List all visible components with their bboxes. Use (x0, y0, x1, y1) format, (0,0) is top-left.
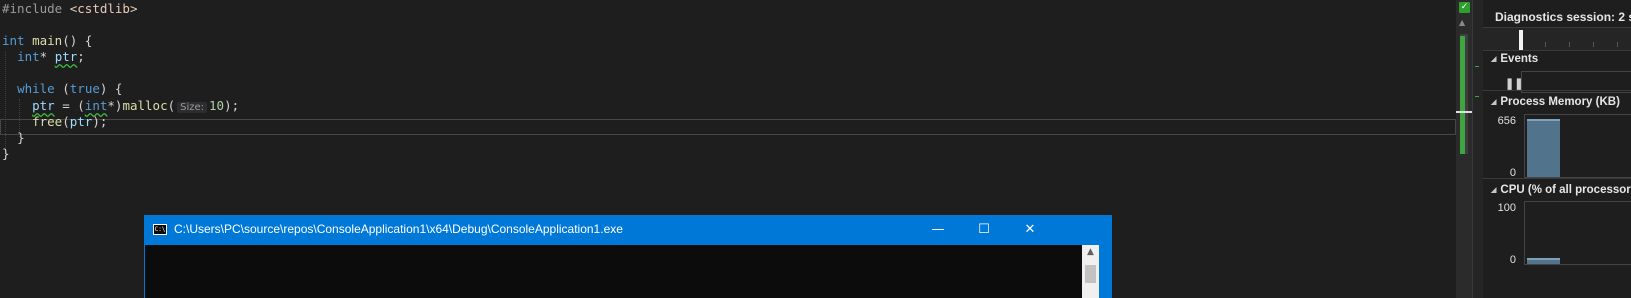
cpu-axis-max: 100 (1497, 202, 1516, 214)
scroll-up-arrow-icon[interactable]: ▲ (1082, 247, 1099, 257)
code-text: () { (62, 33, 93, 48)
timeline-tick (1593, 42, 1594, 47)
code-text: } (2, 146, 10, 161)
code-line-9[interactable]: } (2, 129, 25, 146)
function-name: main (32, 33, 63, 48)
no-issues-check-icon[interactable]: ✓ (1459, 2, 1470, 13)
console-titlebar[interactable]: C:\ C:\Users\PC\source\repos\ConsoleAppl… (144, 215, 1112, 245)
code-line-8[interactable]: free(ptr); (2, 113, 107, 130)
parameter-hint: Size: (177, 102, 208, 113)
code-line-7[interactable]: ptr = (int*)malloc(Size: 10); (2, 97, 239, 114)
collapse-triangle-icon[interactable]: ◢ (1491, 187, 1496, 194)
code-text: ; (77, 49, 85, 64)
keyword: int (2, 33, 25, 48)
cpu-section-header[interactable]: ◢ CPU (% of all processors) (1491, 184, 1631, 196)
current-line-highlight (0, 119, 1456, 135)
include-header: <cstdlib> (69, 1, 138, 16)
memory-usage-area (1527, 119, 1560, 177)
code-text: ) { (99, 81, 123, 96)
code-text: = ( (54, 98, 85, 113)
diagnostic-tools-panel: Diagnostics session: 2 sec ◢Events ❚❚ ◢P… (1483, 0, 1631, 298)
code-text: ); (92, 114, 108, 129)
console-window-title: C:\Users\PC\source\repos\ConsoleApplicat… (174, 222, 623, 236)
code-line-1[interactable]: #include <cstdlib> (2, 0, 137, 17)
keyword: while (17, 81, 55, 96)
number-literal: 10 (209, 98, 225, 113)
cpu-axis-min: 0 (1509, 254, 1516, 266)
maximize-button[interactable]: ☐ (961, 215, 1007, 245)
code-text: * (39, 49, 55, 64)
memory-graph[interactable] (1524, 114, 1631, 178)
cpu-label: CPU (% of all processors) (1500, 184, 1631, 196)
collapse-triangle-icon[interactable]: ◢ (1491, 99, 1496, 106)
variable-name: ptr (32, 98, 55, 113)
memory-label: Process Memory (KB) (1500, 96, 1620, 108)
console-output-area[interactable] (145, 245, 1082, 298)
collapse-triangle-icon[interactable]: ◢ (1491, 56, 1496, 63)
code-line-4[interactable]: int* ptr; (2, 48, 85, 65)
section-divider (1483, 178, 1631, 179)
code-text: ( (54, 81, 70, 96)
memory-section-header[interactable]: ◢ Process Memory (KB) (1491, 96, 1620, 108)
variable-name: ptr (69, 114, 93, 129)
timeline-tick (1569, 42, 1570, 47)
diagnostics-session-title: Diagnostics session: 2 sec (1495, 10, 1631, 24)
minimize-button[interactable]: — (915, 215, 961, 245)
events-label: Events (1500, 53, 1539, 65)
change-marker (1475, 96, 1479, 97)
console-scroll-thumb[interactable] (1085, 265, 1096, 283)
timeline-tick (1617, 42, 1618, 47)
code-line-3[interactable]: int main() { (2, 32, 92, 49)
events-section-header[interactable]: ◢ Events (1491, 53, 1538, 65)
function-name: free (32, 114, 63, 129)
preprocessor-directive: #include (2, 1, 63, 16)
function-name: malloc (122, 98, 168, 113)
cpu-usage-area (1527, 258, 1560, 264)
change-marker (1460, 36, 1465, 154)
memory-axis-max: 656 (1497, 115, 1516, 127)
console-window[interactable]: C:\ C:\Users\PC\source\repos\ConsoleAppl… (144, 215, 1112, 298)
keyword: int (84, 98, 108, 113)
code-text: ); (224, 98, 240, 113)
cpu-graph[interactable] (1524, 201, 1631, 265)
scroll-up-arrow-icon[interactable]: ▲ (1459, 18, 1465, 27)
code-text: ( (167, 98, 176, 113)
code-line-10[interactable]: } (2, 145, 10, 162)
session-timeline[interactable] (1483, 27, 1631, 51)
timeline-tick (1545, 42, 1546, 47)
close-button[interactable]: ✕ (1007, 215, 1053, 245)
code-text: ( (62, 114, 70, 129)
code-text: } (17, 130, 25, 145)
code-text: *) (107, 98, 123, 113)
timeline-handle[interactable] (1519, 30, 1523, 50)
console-scrollbar[interactable]: ▲ (1082, 245, 1099, 298)
keyword: true (69, 81, 100, 96)
console-app-icon: C:\ (153, 224, 167, 235)
code-line-6[interactable]: while (true) { (2, 80, 122, 97)
keyword: int (17, 49, 40, 64)
variable-name: ptr (54, 49, 78, 64)
section-divider (1483, 90, 1631, 91)
change-marker (1475, 66, 1479, 67)
